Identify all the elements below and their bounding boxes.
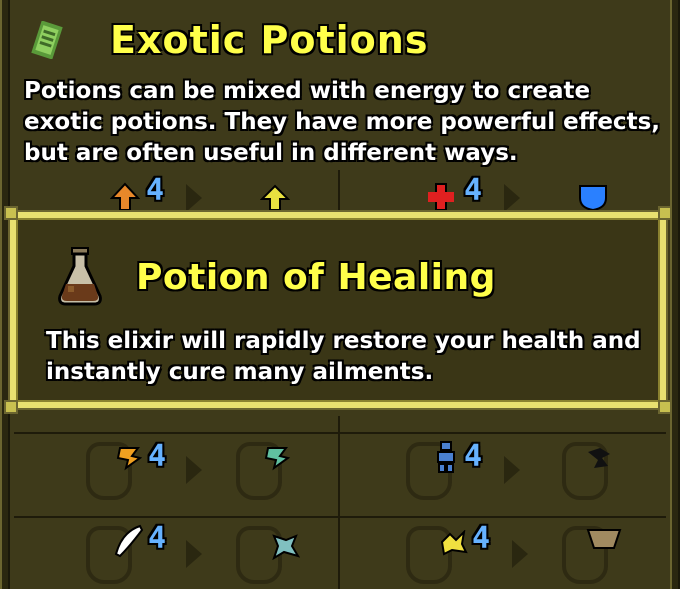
item-title: Potion of Healing [136, 256, 496, 298]
arrow-right-icon [186, 540, 202, 568]
recipe-row-top: 4 4 [14, 170, 666, 212]
grid-divider [14, 516, 666, 518]
ingredient-count: 4 [464, 439, 483, 474]
white-feather-icon[interactable] [112, 524, 144, 562]
cyan-swirl-icon[interactable] [270, 532, 301, 564]
ingredient-count: 4 [148, 439, 167, 474]
grid-divider [338, 416, 340, 589]
arrow-right-icon [504, 456, 520, 484]
arrow-right-icon [186, 184, 202, 212]
arrow-right-icon [504, 184, 520, 212]
grid-divider [338, 170, 340, 212]
orange-arrow-icon[interactable] [109, 182, 141, 216]
ingredient-count: 4 [464, 173, 483, 208]
black-swirl-icon[interactable] [586, 446, 612, 474]
arrow-right-icon [186, 456, 202, 484]
scroll-icon [30, 20, 64, 60]
recipe-grid: 4 4 4 4 [14, 416, 666, 589]
item-header: Potion of Healing [56, 246, 496, 308]
arrow-right-icon [512, 540, 528, 568]
window-corner [658, 400, 672, 414]
ingredient-count: 4 [148, 521, 167, 556]
page-title: Exotic Potions [110, 18, 429, 62]
ingredient-count: 4 [472, 521, 491, 556]
tan-bowl-icon[interactable] [586, 528, 622, 556]
yellow-sparkle-icon[interactable] [438, 529, 468, 560]
window-corner [658, 206, 672, 220]
healing-potion-flask-icon [56, 246, 104, 308]
blue-figure-icon[interactable] [434, 440, 458, 478]
panel-frame-left [0, 0, 10, 589]
teal-rune-icon[interactable] [264, 444, 291, 476]
window-corner [4, 400, 18, 414]
panel-frame-right [670, 0, 680, 589]
header: Exotic Potions [30, 14, 428, 66]
header-description: Potions can be mixed with energy to crea… [24, 78, 660, 166]
item-description: This elixir will rapidly restore your he… [46, 328, 641, 385]
ingredient-count: 4 [146, 173, 165, 208]
window-corner [4, 206, 18, 220]
grid-divider [14, 432, 666, 434]
orange-rune-icon[interactable] [116, 444, 143, 476]
item-info-window: Potion of Healing This elixir will rapid… [4, 206, 672, 414]
blue-shield-icon[interactable] [578, 182, 608, 216]
red-cross-icon[interactable] [426, 182, 456, 216]
